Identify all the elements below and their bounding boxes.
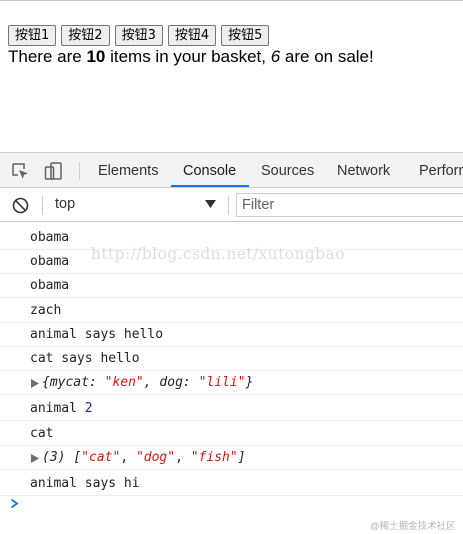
basket-text-1: There are [8,47,87,66]
console-output: obama obama obama zach animal says hello… [0,222,463,534]
filter-divider-1 [42,196,43,215]
console-filter-bar: top [0,188,463,222]
button-5[interactable]: 按钮5 [221,25,270,46]
console-line: obama [0,274,463,298]
console-line: obama [0,226,463,250]
tab-console[interactable]: Console [183,153,236,188]
dropdown-arrow-icon[interactable] [205,200,216,209]
clear-console-icon[interactable] [12,197,29,214]
array-string-value: "fish" [190,450,238,465]
filter-divider-2 [228,196,229,215]
console-line: zach [0,299,463,323]
tab-performance[interactable]: Perform [419,153,463,188]
button-2[interactable]: 按钮2 [61,25,110,46]
object-key: mycat: [49,375,105,390]
console-line: animal says hello [0,323,463,347]
array-count: (3) [42,450,74,465]
console-number: 2 [84,401,93,416]
console-object-line[interactable]: {mycat: "ken", dog: "lili"} [0,371,463,395]
tab-elements[interactable]: Elements [98,153,158,188]
button-4[interactable]: 按钮4 [167,25,217,46]
basket-text-2: items in your basket, [105,47,271,66]
object-separator: , [143,375,160,390]
array-string-value: "cat" [81,450,121,465]
console-line: animal 2 [0,397,463,421]
console-array-line[interactable]: (3) ["cat", "dog", "fish"] [0,446,463,470]
object-close-brace: } [245,375,254,390]
expand-arrow-icon[interactable] [31,454,39,463]
console-line: cat says hello [0,347,463,371]
basket-message: There are 10 items in your basket, 6 are… [8,47,374,67]
basket-text-3: are on sale! [280,47,374,66]
array-open-bracket: [ [73,450,82,465]
toolbar-divider [79,162,80,180]
object-preview: {mycat: "ken", dog: "lili"} [30,375,253,390]
array-preview: (3) ["cat", "dog", "fish"] [30,450,246,465]
console-line: animal says hi [0,472,463,496]
array-close-bracket: ] [237,450,246,465]
tab-network[interactable]: Network [337,153,390,188]
basket-count: 10 [86,47,106,66]
object-key: dog: [159,375,199,390]
object-string-value: "ken" [104,375,144,390]
active-tab-indicator [171,185,249,187]
tab-sources[interactable]: Sources [261,153,314,188]
device-toolbar-icon[interactable] [43,161,63,181]
context-selector[interactable]: top [55,196,75,212]
sale-count: 6 [270,47,281,66]
button-3[interactable]: 按钮3 [114,25,163,46]
console-line: obama [0,250,463,274]
filter-input[interactable] [236,193,463,217]
array-separator: , [120,450,136,465]
page-viewport: 按钮1 按钮2 按钮3 按钮4 按钮5 There are 10 items i… [0,0,463,152]
inspect-element-icon[interactable] [10,161,30,181]
devtools-panel: Elements Console Sources Network Perform… [0,152,463,534]
expand-arrow-icon[interactable] [31,379,39,388]
console-prompt-icon[interactable] [10,498,19,509]
array-string-value: "dog" [135,450,176,465]
console-line: cat [0,422,463,446]
console-text: animal [30,401,85,416]
devtools-tabbar: Elements Console Sources Network Perform [0,153,463,188]
array-separator: , [175,450,191,465]
object-open-brace: { [42,375,50,390]
button-1[interactable]: 按钮1 [8,25,57,46]
object-string-value: "lili" [198,375,246,390]
corner-watermark: @稀土掘金技术社区 [370,521,456,532]
button-row: 按钮1 按钮2 按钮3 按钮4 按钮5 [8,25,270,46]
